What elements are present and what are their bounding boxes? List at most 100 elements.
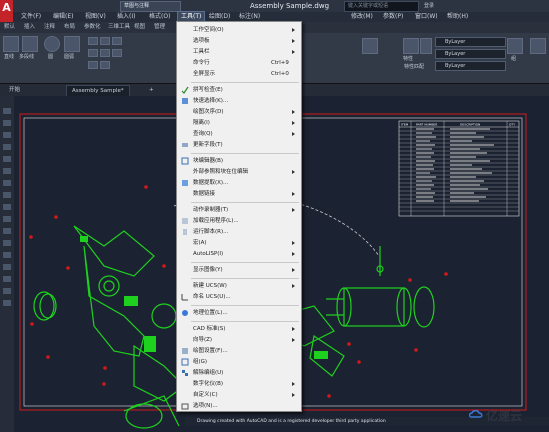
toolbar-line-icon[interactable] (3, 108, 11, 114)
tab-layout[interactable]: 布局 (64, 22, 75, 33)
toolbar-rectangle-icon[interactable] (3, 144, 11, 150)
lineweight-dropdown[interactable]: ByLayer (435, 61, 506, 71)
table-header-part: PART NUMBER (416, 123, 437, 127)
menu-item-update-fields[interactable]: 更新字段(T) (177, 139, 301, 151)
submenu-arrow-icon (292, 241, 295, 245)
menu-edit[interactable]: 编辑(E) (53, 12, 73, 22)
fillet-icon[interactable] (112, 49, 122, 57)
tab-parametric[interactable]: 参数化 (84, 22, 101, 33)
menu-separator (191, 278, 299, 279)
menu-separator (191, 82, 299, 83)
move-icon[interactable] (88, 37, 98, 45)
table-header-desc: DESCRIPTION (460, 123, 480, 127)
tab-3d-tools[interactable]: 三维工具 (108, 22, 130, 33)
submenu-arrow-icon (292, 338, 295, 342)
color-dropdown[interactable]: ByLayer (435, 37, 506, 47)
group-label: 组 (511, 56, 517, 62)
menu-parameter[interactable]: 参数(P) (383, 12, 403, 22)
table-header-qty: QTY (509, 123, 515, 127)
toolbar-spline-icon[interactable] (3, 192, 11, 198)
tab-annotate[interactable]: 注释 (44, 22, 55, 33)
toolbar-block-icon[interactable] (3, 228, 11, 234)
toolbar-cloud-icon[interactable] (3, 180, 11, 186)
menu-file[interactable]: 文件(F) (21, 12, 41, 22)
toolbar-table-icon[interactable] (3, 288, 11, 294)
toolbar-region-icon[interactable] (3, 276, 11, 282)
submenu-arrow-icon (292, 121, 295, 125)
toolbar-circle-icon[interactable] (3, 168, 11, 174)
polyline-button[interactable] (22, 36, 38, 52)
submenu-arrow-icon (292, 50, 295, 54)
utilities-button[interactable] (530, 38, 546, 54)
copy-icon[interactable] (88, 49, 98, 57)
toolbar-arc-icon[interactable] (3, 156, 11, 162)
toolbar-mtext-icon[interactable] (3, 300, 11, 306)
ungroup-icon (182, 370, 188, 376)
match-properties-label: 特性匹配 (404, 64, 425, 70)
menu-item-display-image[interactable]: 显示图像(Y) (177, 264, 301, 276)
toolbar-gradient-icon[interactable] (3, 264, 11, 270)
update-fields-icon (182, 143, 188, 147)
menu-item-label: 显示图像(Y) (193, 267, 223, 273)
toolbar-ellipse-icon[interactable] (3, 204, 11, 210)
watermark-text: 亿速云 (486, 409, 523, 423)
tab-view[interactable]: 视图 (134, 22, 145, 33)
autocad-logo-icon[interactable]: A (0, 0, 13, 22)
group-button[interactable] (507, 38, 523, 54)
menu-separator (191, 153, 299, 154)
drafting-settings-icon (182, 348, 188, 354)
toolbar-polygon-icon[interactable] (3, 132, 11, 138)
menu-item-label: 全屏显示 (193, 71, 216, 77)
tab-insert[interactable]: 插入 (24, 22, 35, 33)
scale-icon[interactable] (100, 61, 110, 69)
toolbar-hatch-icon[interactable] (3, 252, 11, 258)
named-ucs-icon (181, 294, 188, 301)
toolbar-insert-icon[interactable] (3, 216, 11, 222)
quick-select-icon (182, 98, 188, 104)
stretch-icon[interactable] (88, 61, 98, 69)
properties-button[interactable] (403, 38, 419, 54)
workspace-switcher[interactable]: 草图与注释 (120, 1, 181, 12)
new-tab-button[interactable]: + (144, 85, 159, 95)
menu-item-autolisp[interactable]: AutoLISP(I) (177, 248, 301, 260)
menu-item-data-link[interactable]: 数据链接 (177, 188, 301, 200)
menu-item-fullscreen[interactable]: 全屏显示 Ctrl+0 (177, 68, 301, 80)
layer-properties-icon[interactable] (362, 38, 378, 54)
search-input[interactable]: 键入关键字或短语 (344, 1, 419, 12)
menu-help[interactable]: 帮助(H) (447, 12, 468, 22)
arc-button[interactable] (64, 36, 80, 52)
tools-dropdown-menu: 工作空间(O) 选项板 工具栏 命令行 Ctrl+9 全屏显示 Ctrl+0 拼写检… (176, 21, 302, 412)
arc-label: 圆弧 (64, 54, 75, 60)
menu-item-geolocation[interactable]: 地理位置(L)... (177, 307, 301, 319)
load-app-icon (182, 218, 188, 224)
trim-icon[interactable] (112, 37, 122, 45)
tab-manage[interactable]: 管理 (154, 22, 165, 33)
circle-button[interactable] (44, 36, 60, 52)
toolbar-point-icon[interactable] (3, 240, 11, 246)
menu-separator (191, 202, 299, 203)
menu-item-label: 数据链接 (193, 191, 216, 197)
menu-item-named-ucs[interactable]: 命名 UCS(U)... (177, 291, 301, 303)
menu-window[interactable]: 窗口(W) (415, 12, 438, 22)
menu-item-label: 选项(N)... (193, 403, 218, 409)
table-header-item: ITEM (401, 123, 409, 127)
tab-start[interactable]: 开始 (4, 85, 25, 95)
mirror-icon[interactable] (100, 49, 110, 57)
run-script-icon (183, 229, 187, 235)
menu-view[interactable]: 视图(V) (85, 12, 106, 22)
line-label: 直线 (4, 54, 15, 60)
menu-item-label: AutoLISP(I) (193, 251, 224, 257)
sign-in-link[interactable]: 登录 (424, 0, 434, 12)
rotate-icon[interactable] (100, 37, 110, 45)
tab-default[interactable]: 默认 (4, 22, 15, 33)
group-icon (181, 358, 189, 366)
menu-modify[interactable]: 修改(M) (351, 12, 373, 22)
line-button[interactable] (3, 36, 19, 52)
menu-insert[interactable]: 插入(I) (117, 12, 135, 22)
menu-format[interactable]: 格式(O) (149, 12, 170, 22)
toolbar-polyline-icon[interactable] (3, 120, 11, 126)
menu-item-options[interactable]: 选项(N)... (177, 400, 301, 412)
match-properties-button[interactable] (420, 38, 432, 54)
cmd-icon (181, 59, 189, 67)
linetype-dropdown[interactable]: ByLayer (435, 49, 506, 59)
